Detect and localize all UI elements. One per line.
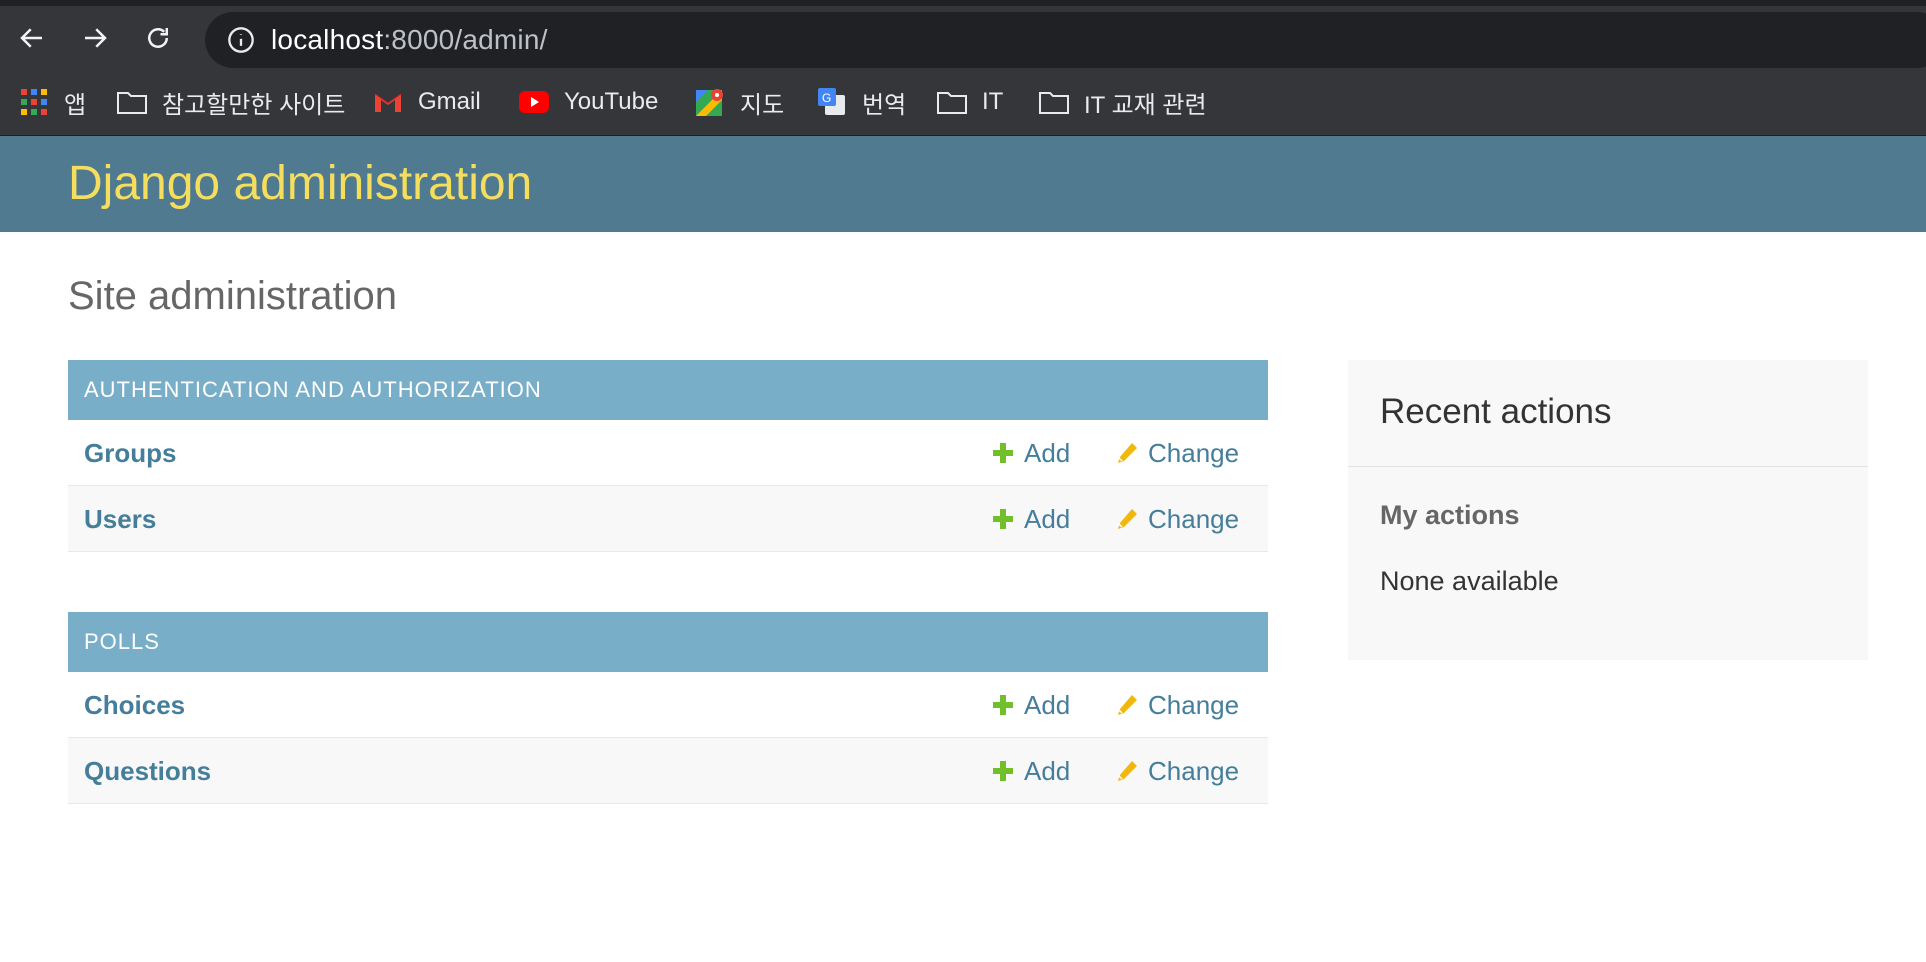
reload-icon: [148, 28, 168, 48]
bookmark-translate[interactable]: G 번역: [816, 82, 906, 122]
add-link[interactable]: Add: [992, 503, 1070, 535]
address-bar[interactable]: localhost:8000/admin/: [205, 12, 1926, 68]
pencil-icon: [1118, 761, 1137, 781]
url-text[interactable]: localhost:8000/admin/: [271, 23, 548, 57]
info-icon[interactable]: [227, 26, 255, 54]
plus-icon: [993, 695, 1013, 715]
bookmark-label: 앱: [64, 91, 87, 119]
folder-icon: [1038, 86, 1070, 118]
module-caption[interactable]: AUTHENTICATION AND AUTHORIZATION: [68, 360, 1268, 420]
bookmark-label: 번역: [862, 91, 907, 119]
add-link[interactable]: Add: [992, 755, 1070, 787]
maps-icon: [694, 86, 726, 118]
bookmark-label: 참고할만한 사이트: [162, 91, 346, 119]
bookmark-label: YouTube: [564, 88, 659, 115]
change-label: Change: [1148, 756, 1240, 786]
site-branding-link[interactable]: Django administration: [68, 154, 532, 214]
change-label: Change: [1148, 690, 1240, 720]
gmail-icon: [372, 86, 404, 118]
bookmark-label: IT 교재 관련: [1084, 91, 1207, 119]
app-module-polls: POLLS Choices Add Change Questions Add C…: [68, 612, 1268, 804]
add-label: Add: [1024, 504, 1071, 534]
recent-actions-title: Recent actions: [1380, 392, 1612, 431]
forward-button[interactable]: [75, 18, 115, 58]
back-button[interactable]: [12, 18, 52, 58]
app-module-auth: AUTHENTICATION AND AUTHORIZATION Groups …: [68, 360, 1268, 552]
youtube-icon: [518, 86, 550, 118]
pencil-icon: [1118, 509, 1137, 529]
site-header: Django administration: [0, 136, 1926, 232]
change-label: Change: [1148, 438, 1240, 468]
arrow-left-icon: [20, 28, 42, 48]
bookmark-folder-reference-sites[interactable]: 참고할만한 사이트: [116, 82, 345, 122]
browser-toolbar: localhost:8000/admin/: [0, 0, 1926, 68]
change-label: Change: [1148, 504, 1240, 534]
pencil-icon: [1118, 443, 1137, 463]
svg-text:G: G: [822, 91, 831, 105]
pencil-icon: [1118, 695, 1137, 715]
bookmark-folder-it-textbook[interactable]: IT 교재 관련: [1038, 82, 1207, 122]
model-link[interactable]: Users: [84, 503, 156, 535]
bookmarks-bar: 앱 참고할만한 사이트 Gmail YouTube 지도 G 번역 IT IT …: [0, 68, 1926, 136]
model-row-users: Users Add Change: [68, 486, 1268, 552]
bookmark-folder-it[interactable]: IT: [936, 82, 1003, 122]
model-row-questions: Questions Add Change: [68, 738, 1268, 804]
model-row-choices: Choices Add Change: [68, 672, 1268, 738]
plus-icon: [993, 443, 1013, 463]
change-link[interactable]: Change: [1116, 689, 1239, 721]
apps-grid-icon: [18, 86, 50, 118]
recent-actions-panel: Recent actions My actions None available: [1348, 360, 1868, 660]
folder-icon: [936, 86, 968, 118]
translate-icon: G: [816, 86, 848, 118]
model-link[interactable]: Questions: [84, 755, 211, 787]
model-link[interactable]: Groups: [84, 437, 176, 469]
bookmark-label: Gmail: [418, 88, 481, 115]
bookmark-maps[interactable]: 지도: [694, 82, 784, 122]
plus-icon: [993, 509, 1013, 529]
bookmark-apps[interactable]: 앱: [18, 82, 86, 122]
add-link[interactable]: Add: [992, 689, 1070, 721]
divider: [1348, 466, 1868, 467]
change-link[interactable]: Change: [1116, 503, 1239, 535]
reload-button[interactable]: [138, 18, 178, 58]
bookmark-gmail[interactable]: Gmail: [372, 82, 481, 122]
my-actions-heading: My actions: [1380, 500, 1520, 530]
page-title: Site administration: [68, 274, 398, 318]
model-row-groups: Groups Add Change: [68, 420, 1268, 486]
model-link[interactable]: Choices: [84, 689, 185, 721]
bookmark-label: IT: [982, 88, 1004, 115]
add-label: Add: [1024, 690, 1071, 720]
add-label: Add: [1024, 438, 1071, 468]
arrow-right-icon: [85, 28, 107, 48]
change-link[interactable]: Change: [1116, 437, 1239, 469]
folder-icon: [116, 86, 148, 118]
bookmark-label: 지도: [740, 91, 785, 119]
bookmark-youtube[interactable]: YouTube: [518, 82, 658, 122]
plus-icon: [993, 761, 1013, 781]
module-caption[interactable]: POLLS: [68, 612, 1268, 672]
add-link[interactable]: Add: [992, 437, 1070, 469]
change-link[interactable]: Change: [1116, 755, 1239, 787]
none-available-text: None available: [1380, 566, 1559, 596]
add-label: Add: [1024, 756, 1071, 786]
